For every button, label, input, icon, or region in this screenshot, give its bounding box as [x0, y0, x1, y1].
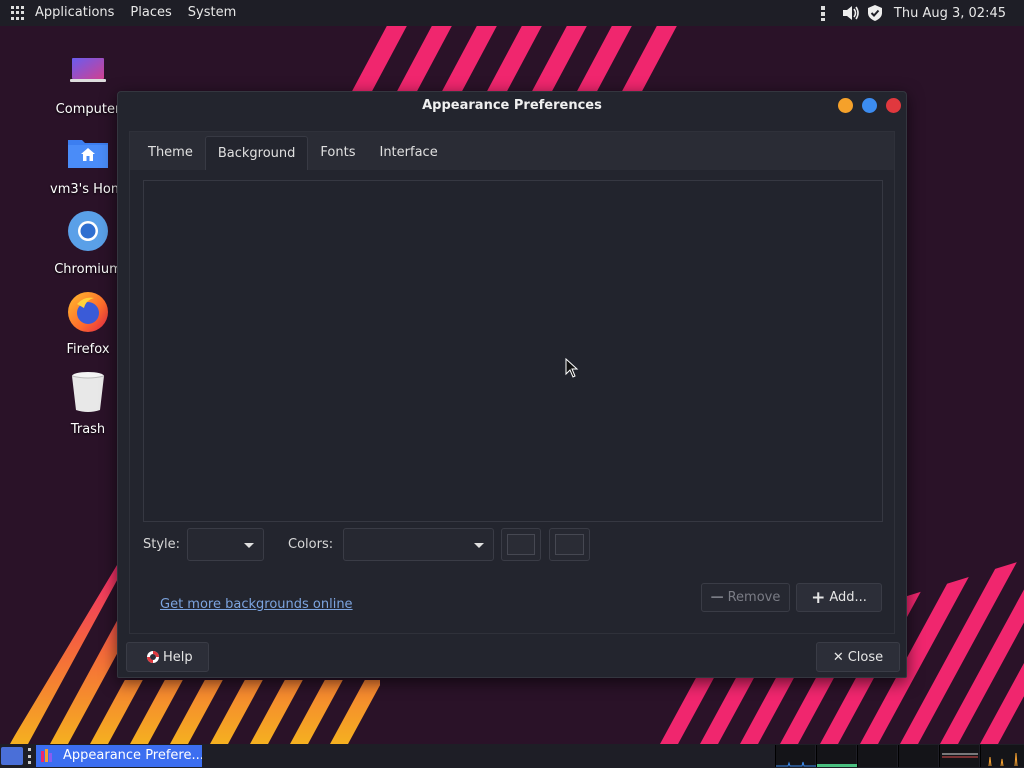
secondary-color-button[interactable] [549, 528, 590, 561]
tab-theme[interactable]: Theme [136, 136, 205, 170]
cpu-monitor[interactable] [775, 745, 816, 767]
desktop-icon-label: vm3's Home [50, 182, 132, 197]
menu-places[interactable]: Places [122, 0, 179, 26]
top-panel: Applications Places System Thu Aug 3, 02… [0, 0, 1024, 26]
tab-interface[interactable]: Interface [367, 136, 449, 170]
add-label: Add... [829, 590, 867, 605]
colors-combo[interactable] [343, 528, 494, 561]
trash-icon [71, 372, 105, 412]
minus-icon: — [710, 590, 724, 605]
remove-button[interactable]: — Remove [701, 583, 790, 612]
help-label: Help [163, 649, 193, 665]
chevron-down-icon [244, 543, 254, 548]
desktop-icon-label: Trash [70, 422, 106, 437]
chromium-icon [68, 211, 108, 251]
menu-applications[interactable]: Applications [27, 0, 122, 26]
swap-monitor[interactable] [898, 745, 938, 767]
primary-color-button[interactable] [501, 528, 541, 561]
close-x-icon: ✕ [832, 649, 844, 665]
desktop-icon-chromium[interactable]: Chromium [50, 210, 126, 277]
desktop-icon-trash[interactable]: Trash [50, 370, 126, 437]
home-folder-icon [68, 140, 108, 168]
background-list[interactable] [143, 180, 883, 522]
colors-label: Colors: [288, 537, 334, 552]
applications-grid-icon[interactable] [11, 6, 25, 20]
menu-system[interactable]: System [180, 0, 244, 26]
shield-icon[interactable] [866, 4, 884, 22]
close-button[interactable]: ✕ Close [816, 642, 900, 672]
get-more-backgrounds-link[interactable]: Get more backgrounds online [160, 597, 353, 612]
preferences-notebook: Theme Background Fonts Interface Style: … [129, 131, 895, 634]
memory-monitor[interactable] [816, 745, 857, 767]
clock[interactable]: Thu Aug 3, 02:45 [884, 6, 1024, 21]
desktop-icon-label: Chromium [54, 262, 122, 277]
tab-fonts[interactable]: Fonts [308, 136, 367, 170]
taskbar-window-label: Appearance Prefere... [63, 748, 202, 763]
appearance-app-icon [41, 749, 52, 762]
style-combo[interactable] [187, 528, 264, 561]
panel-handle-icon[interactable] [28, 748, 32, 764]
show-desktop-button[interactable] [1, 747, 23, 765]
help-lifebuoy-icon [147, 651, 159, 663]
disk-monitor[interactable] [980, 745, 1024, 767]
plus-icon: + [811, 587, 826, 608]
taskbar-window-button[interactable]: Appearance Prefere... [36, 745, 202, 767]
network-icon[interactable] [818, 4, 836, 22]
desktop-icon-label: Computer [55, 102, 121, 117]
desktop-icon-firefox[interactable]: Firefox [50, 290, 126, 357]
appearance-preferences-window: Appearance Preferences Theme Background … [117, 91, 907, 678]
remove-label: Remove [727, 590, 781, 605]
close-label: Close [847, 649, 884, 665]
window-titlebar[interactable]: Appearance Preferences [118, 92, 906, 120]
computer-icon [70, 58, 106, 82]
mouse-pointer-icon [565, 358, 579, 378]
add-button[interactable]: + Add... [796, 583, 882, 612]
background-tab-page: Style: Colors: Get more backgrounds onli… [130, 170, 894, 633]
desktop-icon-home[interactable]: vm3's Home [50, 130, 132, 197]
chevron-down-icon [474, 543, 484, 548]
help-button[interactable]: Help [126, 642, 209, 672]
window-title: Appearance Preferences [422, 98, 602, 113]
maximize-button[interactable] [862, 98, 877, 113]
firefox-icon [68, 292, 108, 332]
desktop-icon-computer[interactable]: Computer [50, 50, 126, 117]
load-monitor[interactable] [939, 745, 979, 767]
volume-icon[interactable] [842, 4, 860, 22]
desktop-icon-label: Firefox [66, 342, 110, 357]
bottom-panel: Appearance Prefere... [0, 744, 1024, 768]
system-tray: Thu Aug 3, 02:45 [812, 0, 1024, 26]
network-monitor[interactable] [857, 745, 897, 767]
tab-background[interactable]: Background [204, 136, 309, 170]
style-label: Style: [143, 537, 181, 552]
window-close-button[interactable] [886, 98, 901, 113]
tab-bar: Theme Background Fonts Interface [130, 132, 894, 170]
minimize-button[interactable] [838, 98, 853, 113]
